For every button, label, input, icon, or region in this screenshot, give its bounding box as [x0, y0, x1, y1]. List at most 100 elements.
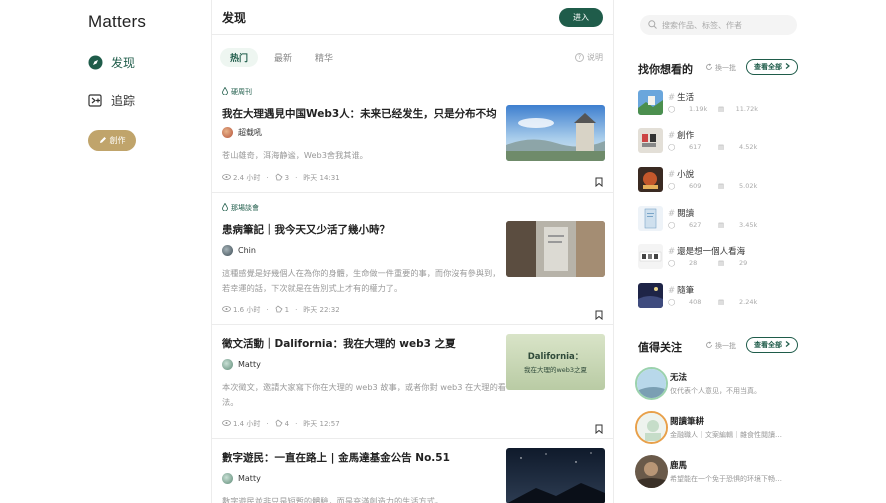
- article-meta: 1.4 小时 · 4 · 昨天 12:57: [222, 419, 340, 429]
- avatar: [222, 127, 233, 138]
- nav-discover-label: 发现: [111, 56, 136, 70]
- topic-item[interactable]: # 隨筆 ◯ 408 ▤ 2.24k: [638, 283, 798, 309]
- explain-link[interactable]: ? 说明: [575, 52, 603, 63]
- topic-stats: ◯ 617 ▤ 4.52k: [668, 143, 758, 151]
- article-author[interactable]: Matty: [222, 473, 261, 484]
- article-date: 昨天 12:57: [303, 420, 340, 428]
- article-summary: 這種感覺是好幾個人在為你的身體，生命做一件重要的事，而你沒有參與到，若幸運的話，…: [222, 268, 501, 293]
- read-time: 2.4 小时: [222, 173, 260, 183]
- tab-featured[interactable]: 精华: [305, 48, 343, 67]
- clap-icon: [275, 173, 283, 183]
- create-label: 創作: [109, 136, 126, 145]
- question-icon: ?: [575, 53, 584, 62]
- user-name[interactable]: 閱讀筆耕: [670, 415, 704, 427]
- document-icon: ▤: [718, 221, 725, 229]
- topic-item[interactable]: # 生活 ◯ 1.19k ▤ 11.72k: [638, 90, 798, 116]
- article-card[interactable]: 徵文活動｜Dalifornia：我在大理的 web3 之夏 Matty 本次徵文…: [212, 325, 613, 439]
- bookmark-icon[interactable]: [595, 172, 603, 188]
- view-all-topics-button[interactable]: 查看全部: [746, 59, 798, 75]
- read-time: 1.4 小时: [222, 419, 260, 429]
- topic-item[interactable]: # 閱讀 ◯ 627 ▤ 3.45k: [638, 206, 798, 232]
- refresh-icon: [705, 63, 713, 73]
- left-nav: Matters 发现 追踪 創作: [0, 0, 210, 503]
- follow-icon: [88, 93, 103, 108]
- nav-following-label: 追踪: [111, 94, 136, 108]
- article-card[interactable]: 硬周刊 我在大理遇見中国Web3人：未来已经发生，只是分布不均 超载吼 苍山雄奇…: [212, 81, 613, 193]
- appreciations: 4: [275, 419, 289, 429]
- matters-logo[interactable]: Matters: [88, 12, 146, 32]
- enter-button[interactable]: 进入: [559, 7, 603, 27]
- right-sidebar: 搜索作品、标签、作者 找你想看的 換一批 查看全部 # 生活 ◯ 1.19k ▤ 11…: [625, 0, 886, 503]
- article-thumbnail[interactable]: [506, 221, 605, 277]
- eye-icon: [222, 306, 231, 314]
- compass-icon: [88, 55, 103, 70]
- avatar: [635, 367, 668, 400]
- refresh-users-button[interactable]: 換一批: [705, 341, 736, 351]
- topic-thumbnail: [638, 244, 663, 269]
- nav-discover[interactable]: 发现: [88, 54, 135, 71]
- pen-icon: [99, 136, 107, 146]
- read-time: 1.6 小时: [222, 305, 260, 315]
- topic-item[interactable]: # 創作 ◯ 617 ▤ 4.52k: [638, 128, 798, 154]
- appreciations: 3: [275, 173, 289, 183]
- document-icon: ▤: [718, 298, 725, 306]
- tab-latest[interactable]: 最新: [264, 48, 302, 67]
- topic-item[interactable]: # 還是想一個人看海 ◯ 28 ▤ 29: [638, 244, 798, 270]
- user-icon: ◯: [668, 221, 676, 229]
- user-item[interactable]: 鹿馬 希望能在一个免于恐惧的环境下畅…: [635, 455, 875, 489]
- circle-tag[interactable]: 硬周刊: [222, 86, 252, 97]
- user-item[interactable]: 无法 仅代表个人意见，不用当真。: [635, 367, 875, 401]
- page-title: 发现: [222, 10, 247, 25]
- user-item[interactable]: 閱讀筆耕 金融職人｜文案編輯｜雜食性閱讀…: [635, 411, 875, 445]
- article-author[interactable]: Matty: [222, 359, 261, 370]
- document-icon: ▤: [718, 105, 725, 113]
- topic-stats: ◯ 28 ▤ 29: [668, 259, 748, 267]
- view-all-users-button[interactable]: 查看全部: [746, 337, 798, 353]
- eye-icon: [222, 174, 231, 182]
- drop-icon: [222, 86, 228, 97]
- article-summary: 數字遊民並非只是短暫的體驗，而是充滿創造力的生活方式。: [222, 496, 444, 503]
- drop-icon: [222, 202, 228, 213]
- user-icon: ◯: [668, 182, 676, 190]
- feed-header: 发现 进入: [212, 0, 613, 35]
- thumb-title: Dalifornia：: [527, 352, 584, 362]
- article-card[interactable]: 那場談會 患病筆記｜我今天又少活了幾小時？ Chin 這種感覺是好幾個人在為你的…: [212, 193, 613, 325]
- article-title[interactable]: 我在大理遇見中国Web3人：未来已经发生，只是分布不均: [222, 106, 502, 121]
- topic-stats: ◯ 609 ▤ 5.02k: [668, 182, 758, 190]
- nav-following[interactable]: 追踪: [88, 92, 135, 109]
- explain-label: 说明: [587, 53, 603, 62]
- topic-thumbnail: [638, 167, 663, 192]
- author-name: 超载吼: [238, 128, 262, 137]
- article-title[interactable]: 患病筆記｜我今天又少活了幾小時？: [222, 222, 502, 237]
- avatar: [635, 411, 668, 444]
- search-placeholder: 搜索作品、标签、作者: [662, 20, 742, 30]
- article-thumbnail[interactable]: [506, 105, 605, 161]
- topic-stats: ◯ 408 ▤ 2.24k: [668, 298, 758, 306]
- follow-title: 值得关注: [638, 341, 682, 354]
- article-meta: 2.4 小时 · 3 · 昨天 14:31: [222, 173, 340, 183]
- bookmark-icon[interactable]: [595, 305, 603, 321]
- article-author[interactable]: 超载吼: [222, 127, 262, 138]
- article-title[interactable]: 數字遊民：一直在路上 | 金馬達基金公告 No.51: [222, 450, 502, 465]
- clap-icon: [275, 419, 283, 429]
- topic-item[interactable]: # 小說 ◯ 609 ▤ 5.02k: [638, 167, 798, 193]
- bookmark-icon[interactable]: [595, 419, 603, 435]
- article-author[interactable]: Chin: [222, 245, 256, 256]
- article-thumbnail[interactable]: [506, 448, 605, 503]
- article-card[interactable]: 數字遊民：一直在路上 | 金馬達基金公告 No.51 Matty 數字遊民並非只…: [212, 439, 613, 503]
- create-button[interactable]: 創作: [88, 130, 136, 151]
- topic-thumbnail: [638, 206, 663, 231]
- user-name[interactable]: 鹿馬: [670, 459, 687, 471]
- article-title[interactable]: 徵文活動｜Dalifornia：我在大理的 web3 之夏: [222, 336, 502, 351]
- refresh-topics-button[interactable]: 換一批: [705, 63, 736, 73]
- tab-hot[interactable]: 热门: [220, 48, 259, 67]
- article-thumbnail[interactable]: Dalifornia： 我在大理的web3之夏: [506, 334, 605, 390]
- search-input[interactable]: 搜索作品、标签、作者: [640, 15, 797, 35]
- circle-tag[interactable]: 那場談會: [222, 202, 259, 213]
- topic-name: # 還是想一個人看海: [668, 247, 746, 257]
- user-name[interactable]: 无法: [670, 371, 687, 383]
- topic-stats: ◯ 1.19k ▤ 11.72k: [668, 105, 758, 113]
- article-summary: 苍山雄奇，洱海静谧，Web3舍我其谁。: [222, 150, 368, 160]
- refresh-icon: [705, 341, 713, 351]
- document-icon: ▤: [718, 182, 725, 190]
